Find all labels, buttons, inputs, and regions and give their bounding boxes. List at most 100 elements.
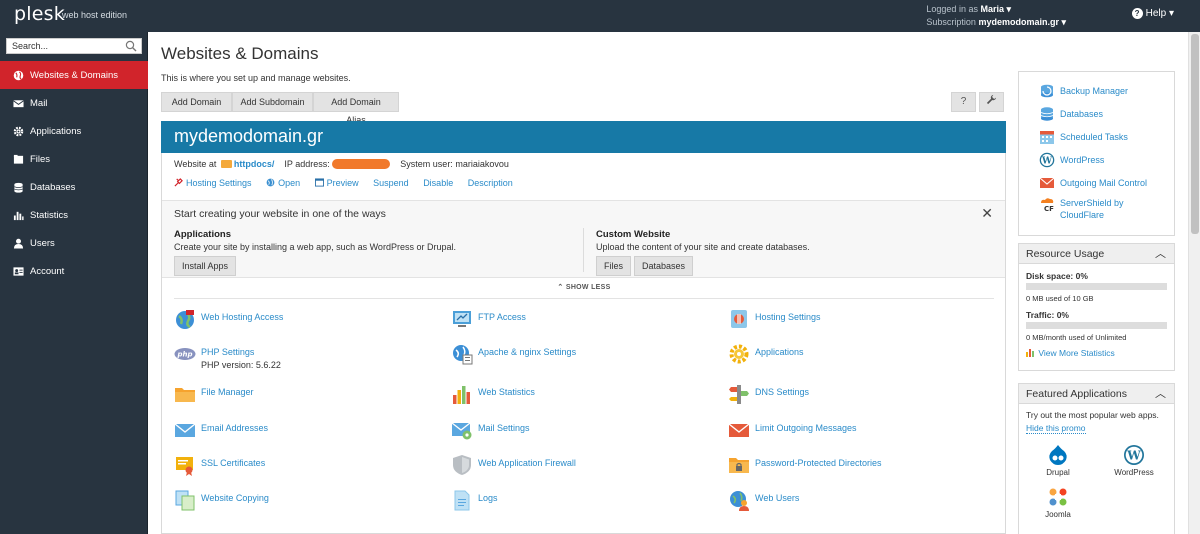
feature-apache-nginx[interactable]: Apache & nginx Settings xyxy=(451,343,576,365)
wordpress-icon: W xyxy=(1039,152,1055,167)
files-icon xyxy=(13,154,24,164)
help-menu[interactable]: ? Help ▾ xyxy=(1131,8,1174,19)
feature-mail-settings[interactable]: Mail Settings xyxy=(451,419,530,441)
feature-web-statistics[interactable]: Web Statistics xyxy=(451,383,535,405)
feature-web-hosting-access[interactable]: Web Hosting Access xyxy=(174,308,283,330)
docroot-link[interactable]: httpdocs/ xyxy=(234,159,275,169)
feature-waf[interactable]: Web Application Firewall xyxy=(451,454,576,476)
statistics-icon xyxy=(1026,349,1034,357)
database-icon xyxy=(1040,106,1054,121)
sidebar-item-databases[interactable]: Databases xyxy=(0,173,148,201)
disable-link[interactable]: Disable xyxy=(423,178,453,188)
add-domain-alias-button[interactable]: Add Domain Alias xyxy=(313,92,399,125)
help-button[interactable]: ? xyxy=(951,92,976,112)
feature-website-copying[interactable]: Website Copying xyxy=(174,489,269,511)
scheduled-tasks-link[interactable]: Scheduled Tasks xyxy=(1019,125,1174,148)
feature-hosting-settings[interactable]: Hosting Settings xyxy=(728,308,821,330)
mail-icon xyxy=(13,99,24,107)
hide-promo-link[interactable]: Hide this promo xyxy=(1026,423,1086,434)
add-subdomain-button[interactable]: Add Subdomain xyxy=(232,92,313,112)
sidebar-item-label: Websites & Domains xyxy=(30,69,118,81)
feature-php-settings[interactable]: php PHP Settings PHP version: 5.6.22 xyxy=(174,343,281,370)
feature-limit-outgoing[interactable]: Limit Outgoing Messages xyxy=(728,419,857,441)
sidebar-item-account[interactable]: Account xyxy=(0,257,148,285)
app-joomla[interactable]: Joomla xyxy=(1028,486,1088,519)
chevron-up-icon[interactable]: ︿ xyxy=(1155,384,1166,404)
ftp-access-icon xyxy=(453,311,471,327)
hosting-settings-icon xyxy=(731,310,747,328)
promo-title: Start creating your website in one of th… xyxy=(174,208,386,220)
feature-web-users[interactable]: Web Users xyxy=(728,489,799,511)
open-link[interactable]: Open xyxy=(266,178,300,188)
featured-apps-header[interactable]: Featured Applications ︿ xyxy=(1019,384,1174,404)
sidebar-item-websites-domains[interactable]: Websites & Domains xyxy=(0,61,148,89)
feature-password-protected-dirs[interactable]: Password-Protected Directories xyxy=(728,454,882,476)
app-drupal[interactable]: Drupal xyxy=(1028,444,1088,477)
sidebar-item-users[interactable]: Users xyxy=(0,229,148,257)
feature-logs[interactable]: Logs xyxy=(451,489,498,511)
add-domain-button[interactable]: Add Domain xyxy=(161,92,232,112)
feature-label: Limit Outgoing Messages xyxy=(755,423,857,433)
domain-panel: Website at httpdocs/ IP address: System … xyxy=(161,153,1006,534)
system-user-label: System user: xyxy=(400,159,453,169)
feature-dns-settings[interactable]: DNS Settings xyxy=(728,383,809,405)
search-input[interactable] xyxy=(7,39,117,53)
outgoing-mail-icon xyxy=(1039,177,1055,188)
close-icon[interactable]: ✕ xyxy=(981,205,993,222)
resource-usage-header[interactable]: Resource Usage ︿ xyxy=(1019,244,1174,264)
user-menu[interactable]: Maria xyxy=(980,4,1004,14)
sidebar-item-statistics[interactable]: Statistics xyxy=(0,201,148,229)
app-wordpress[interactable]: W WordPress xyxy=(1104,444,1164,477)
search-icon[interactable] xyxy=(125,40,137,52)
preview-link[interactable]: Preview xyxy=(314,178,359,188)
hosting-settings-link[interactable]: Hosting Settings xyxy=(174,178,252,188)
show-less-toggle[interactable]: ⌃ SHOW LESS xyxy=(174,283,994,299)
backup-manager-link[interactable]: Backup Manager xyxy=(1019,79,1174,102)
user-menu-caret-icon[interactable]: ▾ xyxy=(1004,4,1011,14)
calendar-icon xyxy=(1040,130,1054,144)
preview-icon xyxy=(314,178,324,187)
files-button[interactable]: Files xyxy=(596,256,632,276)
outgoing-mail-control-link[interactable]: Outgoing Mail Control xyxy=(1019,171,1174,194)
sidebar-item-files[interactable]: Files xyxy=(0,145,148,173)
feature-email-addresses[interactable]: Email Addresses xyxy=(174,419,268,441)
feature-ftp-access[interactable]: FTP Access xyxy=(451,308,526,330)
feature-ssl-certificates[interactable]: SSL Certificates xyxy=(174,454,265,476)
link-label: Backup Manager xyxy=(1060,85,1129,96)
servershield-link[interactable]: CF ServerShield by CloudFlare xyxy=(1019,194,1174,224)
databases-link[interactable]: Databases xyxy=(1019,102,1174,125)
shield-icon xyxy=(453,455,471,475)
svg-text:php: php xyxy=(176,351,192,359)
view-more-statistics-link[interactable]: View More Statistics xyxy=(1019,347,1174,358)
description-link[interactable]: Description xyxy=(468,178,513,188)
redacted-ip xyxy=(332,159,391,169)
sidebar-item-mail[interactable]: Mail xyxy=(0,89,148,117)
feature-label: Mail Settings xyxy=(478,423,530,433)
subscription-menu[interactable]: mydemodomain.gr xyxy=(978,17,1059,27)
edition-label: web host edition xyxy=(62,10,128,20)
databases-button[interactable]: Databases xyxy=(634,256,694,276)
bar-chart-icon xyxy=(453,386,470,404)
sidebar-item-label: Account xyxy=(30,265,65,277)
wordpress-link[interactable]: W WordPress xyxy=(1019,148,1174,171)
page-scrollbar[interactable] xyxy=(1188,32,1200,534)
sidebar-item-label: Users xyxy=(30,237,55,249)
install-apps-button[interactable]: Install Apps xyxy=(174,256,237,276)
disk-space-detail: 0 MB used of 10 GB xyxy=(1026,294,1094,303)
link-label: Scheduled Tasks xyxy=(1060,131,1128,142)
traffic-label: Traffic: 0% xyxy=(1026,310,1069,320)
sidebar-nav: Websites & Domains Mail Applications Fil… xyxy=(0,61,148,285)
scrollbar-thumb[interactable] xyxy=(1191,34,1199,234)
sidebar-item-applications[interactable]: Applications xyxy=(0,117,148,145)
main-content: Websites & Domains This is where you set… xyxy=(161,32,1006,534)
plesk-logo[interactable]: plesk xyxy=(14,3,65,25)
tools-button[interactable] xyxy=(979,92,1004,112)
feature-label: Web Application Firewall xyxy=(478,458,576,468)
suspend-link[interactable]: Suspend xyxy=(373,178,409,188)
tools-icon xyxy=(174,178,183,187)
feature-file-manager[interactable]: File Manager xyxy=(174,383,254,405)
domain-info: Website at httpdocs/ IP address: System … xyxy=(174,159,509,169)
subscription-caret-icon[interactable]: ▾ xyxy=(1059,17,1066,27)
chevron-up-icon[interactable]: ︿ xyxy=(1155,244,1166,264)
feature-applications[interactable]: Applications xyxy=(728,343,804,365)
